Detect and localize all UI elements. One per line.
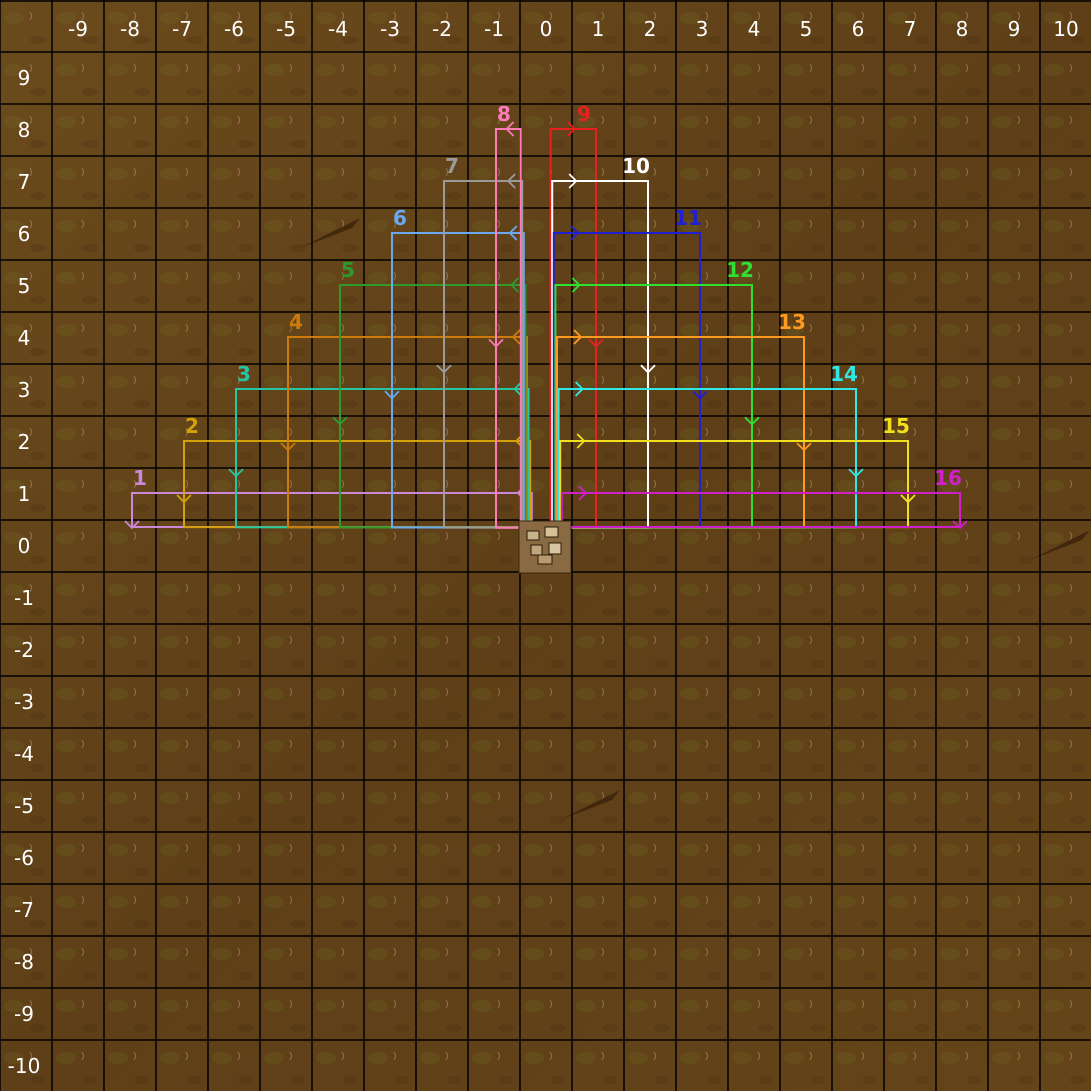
y-axis-label: -3 bbox=[14, 690, 34, 714]
x-axis-label: 2 bbox=[644, 17, 657, 41]
y-axis-label: -4 bbox=[14, 742, 34, 766]
route-label: 9 bbox=[577, 102, 591, 126]
route-label: 2 bbox=[185, 414, 199, 438]
route-label: 1 bbox=[133, 466, 147, 490]
x-axis-label: -2 bbox=[432, 17, 452, 41]
y-axis-label: -9 bbox=[14, 1002, 34, 1026]
route-label: 8 bbox=[497, 102, 511, 126]
y-axis-label: 3 bbox=[18, 378, 31, 402]
route-label: 12 bbox=[726, 258, 754, 282]
y-axis-label: 1 bbox=[18, 482, 31, 506]
map-canvas: 12345678 910111213141516 -9 -8 -7 -6 -5 -4 -3 -2… bbox=[0, 0, 1091, 1091]
x-axis-label: 8 bbox=[956, 17, 969, 41]
y-axis-label: -5 bbox=[14, 794, 34, 818]
settlement-icon[interactable] bbox=[518, 520, 572, 574]
x-axis-label: 1 bbox=[592, 17, 605, 41]
y-axis-label: -2 bbox=[14, 638, 34, 662]
x-axis-label: 4 bbox=[748, 17, 761, 41]
y-axis-label: 9 bbox=[18, 66, 31, 90]
x-axis-label: -9 bbox=[68, 17, 88, 41]
x-axis-label: 5 bbox=[800, 17, 813, 41]
y-axis-label: -8 bbox=[14, 950, 34, 974]
x-axis-label: -6 bbox=[224, 17, 244, 41]
y-axis-label: 0 bbox=[18, 534, 31, 558]
x-axis-label: -8 bbox=[120, 17, 140, 41]
y-axis-label: 8 bbox=[18, 118, 31, 142]
x-axis-label: -3 bbox=[380, 17, 400, 41]
x-axis-label: 0 bbox=[540, 17, 553, 41]
y-axis-label: -7 bbox=[14, 898, 34, 922]
route-label: 10 bbox=[622, 154, 650, 178]
x-axis-label: -5 bbox=[276, 17, 296, 41]
y-axis-label: 4 bbox=[18, 326, 31, 350]
y-axis-label: -10 bbox=[8, 1054, 41, 1078]
x-axis-label: -1 bbox=[484, 17, 504, 41]
x-axis-label: 6 bbox=[852, 17, 865, 41]
route-label: 14 bbox=[830, 362, 858, 386]
route-label: 11 bbox=[674, 206, 702, 230]
route-label: 16 bbox=[934, 466, 962, 490]
route-label: 13 bbox=[778, 310, 806, 334]
y-axis-label: 7 bbox=[18, 170, 31, 194]
route-label: 3 bbox=[237, 362, 251, 386]
x-axis-label: -7 bbox=[172, 17, 192, 41]
y-axis-label: -6 bbox=[14, 846, 34, 870]
x-axis-label: 7 bbox=[904, 17, 917, 41]
y-axis-label: 5 bbox=[18, 274, 31, 298]
game-map: 1 2 3 4 5 6 7 8 9 10 11 12 13 14 15 16 -9 -8 -7 -6 -5 -4 -3 -2… bbox=[0, 0, 1091, 1091]
x-axis-label: 10 bbox=[1053, 17, 1078, 41]
route-label: 7 bbox=[445, 154, 459, 178]
x-axis-label: 3 bbox=[696, 17, 709, 41]
route-label: 4 bbox=[289, 310, 303, 334]
route-label: 15 bbox=[882, 414, 910, 438]
route-label: 6 bbox=[393, 206, 407, 230]
x-axis-label: 9 bbox=[1008, 17, 1021, 41]
route-label: 5 bbox=[341, 258, 355, 282]
y-axis-label: 2 bbox=[18, 430, 31, 454]
y-axis-label: -1 bbox=[14, 586, 34, 610]
y-axis-label: 6 bbox=[18, 222, 31, 246]
x-axis-label: -4 bbox=[328, 17, 348, 41]
